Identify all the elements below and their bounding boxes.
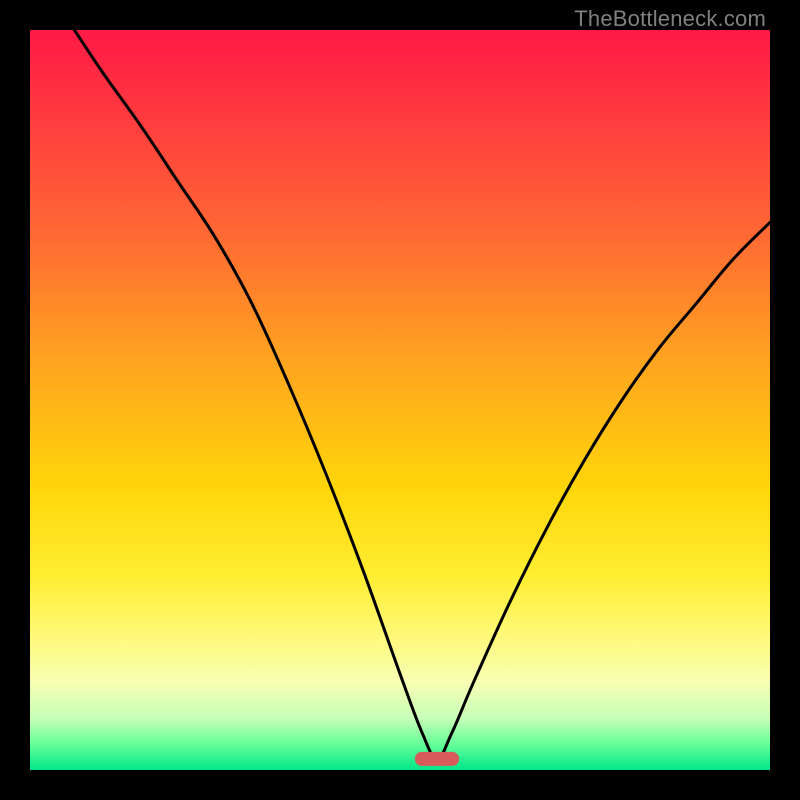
bottleneck-curve (30, 30, 770, 770)
watermark-text: TheBottleneck.com (574, 6, 766, 32)
plot-area (30, 30, 770, 770)
chart-frame: TheBottleneck.com (0, 0, 800, 800)
